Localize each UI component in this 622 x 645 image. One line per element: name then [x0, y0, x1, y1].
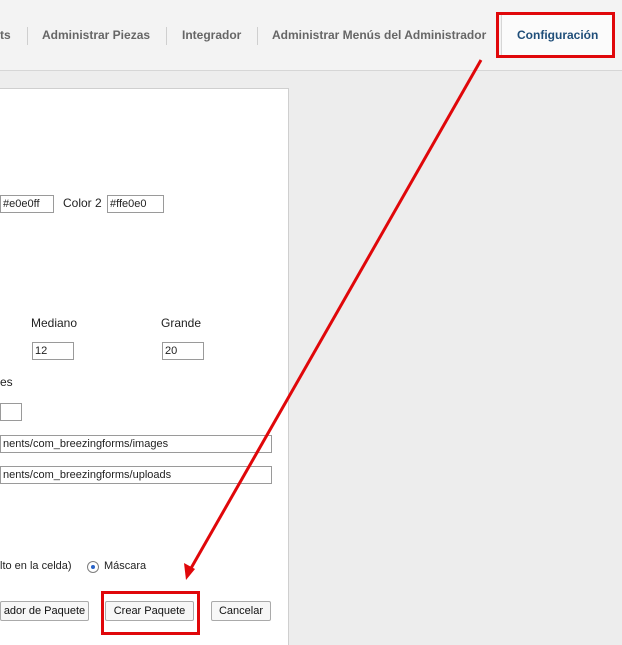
configuracion-highlight-box	[496, 12, 615, 58]
color2-field[interactable]: #ffe0e0	[107, 195, 164, 213]
uploads-path-field[interactable]: nents/com_breezingforms/uploads	[0, 466, 272, 484]
cancel-button[interactable]: Cancelar	[211, 601, 271, 621]
mask-option-label: Máscara	[104, 560, 147, 572]
medium-size-field[interactable]: 12	[32, 342, 74, 360]
color1-field[interactable]: #e0e0ff	[0, 195, 54, 213]
partial-label: es	[0, 375, 13, 389]
large-size-label: Grande	[161, 316, 202, 330]
partial-field[interactable]	[0, 403, 22, 421]
tab-divider	[166, 27, 167, 45]
tab-divider	[27, 27, 28, 45]
large-size-field[interactable]: 20	[162, 342, 204, 360]
package-creator-button[interactable]: ador de Paquete	[0, 601, 89, 621]
tab-partial[interactable]: ts	[0, 28, 11, 44]
create-package-highlight-box	[101, 591, 200, 635]
color2-label: Color 2	[63, 196, 102, 210]
tab-integrador[interactable]: Integrador	[182, 28, 241, 44]
tab-divider	[257, 27, 258, 45]
tab-administrar-menus[interactable]: Administrar Menús del Administrador	[272, 28, 486, 44]
mask-radio[interactable]	[87, 561, 99, 573]
images-path-field[interactable]: nents/com_breezingforms/images	[0, 435, 272, 453]
tab-administrar-piezas[interactable]: Administrar Piezas	[42, 28, 150, 44]
medium-size-label: Mediano	[31, 316, 78, 330]
cell-option-label: lto en la celda)	[0, 560, 72, 572]
